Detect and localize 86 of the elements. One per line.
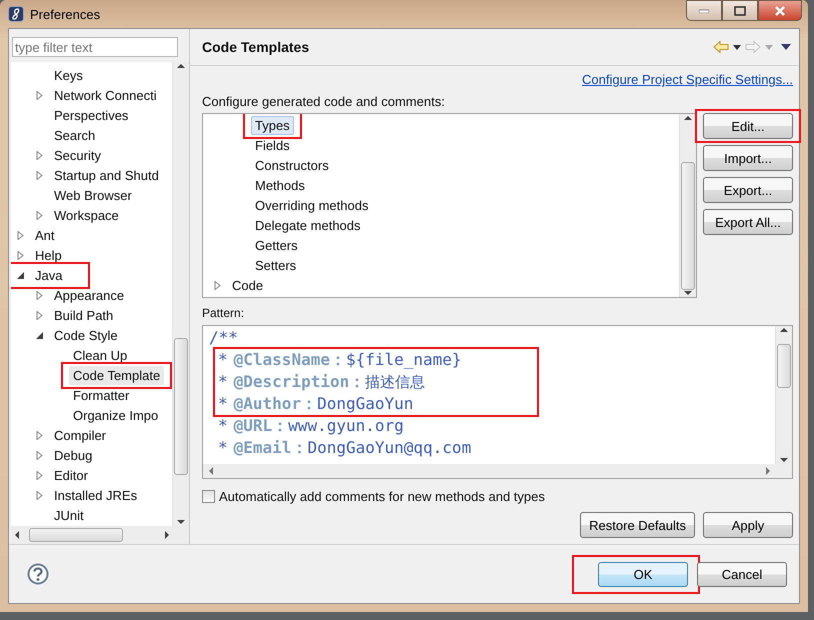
code-line: * @Author：DongGaoYun <box>217 393 414 416</box>
code-line: * @Description：描述信息 <box>217 371 426 394</box>
close-button[interactable] <box>758 0 802 21</box>
template-button[interactable]: Export All... <box>703 209 793 235</box>
minimize-icon <box>699 8 709 12</box>
section-label: Configure generated code and comments: <box>202 94 446 109</box>
tree-item[interactable]: Methods <box>251 176 309 194</box>
checkbox-label: Automatically add comments for new methods and types <box>219 489 545 504</box>
tree-item[interactable]: Help <box>31 246 66 264</box>
expand-arrow-icon[interactable] <box>35 170 44 180</box>
page-button[interactable]: Apply <box>703 512 793 538</box>
expand-arrow-icon[interactable] <box>16 250 25 260</box>
tree-item[interactable]: Formatter <box>69 386 134 404</box>
code-line: /** <box>209 327 239 350</box>
scrollbar[interactable] <box>203 464 792 478</box>
tree-item[interactable]: Installed JREs <box>50 486 142 504</box>
tree-item[interactable]: Perspectives <box>50 106 132 124</box>
tree-item[interactable]: Code <box>228 276 268 294</box>
template-button[interactable]: Export... <box>703 177 793 203</box>
page-title: Code Templates <box>202 39 310 55</box>
expand-arrow-icon[interactable] <box>16 230 25 240</box>
scrollbar[interactable] <box>679 114 696 298</box>
expand-arrow-icon[interactable] <box>35 210 44 220</box>
expand-arrow-icon[interactable] <box>35 310 44 320</box>
dialog-button[interactable]: OK <box>598 562 688 586</box>
tree-item[interactable]: Build Path <box>50 306 118 324</box>
tree-item[interactable]: Java <box>31 266 66 284</box>
code-line: * @ClassName：${file_name} <box>217 349 463 372</box>
maximize-icon <box>734 6 746 16</box>
dialog-button[interactable]: Cancel <box>697 562 787 586</box>
page-button[interactable]: Restore Defaults <box>580 512 695 538</box>
template-tree[interactable]: Types Fields Constructors Methods Overriding methods Delegate methods Getters Setters Code <box>202 113 697 298</box>
template-button[interactable]: Edit... <box>703 113 793 139</box>
expand-arrow-icon[interactable] <box>35 490 44 500</box>
close-icon <box>774 6 786 16</box>
scrollbar[interactable] <box>11 526 189 544</box>
scrollbar[interactable] <box>775 326 792 464</box>
tree-item[interactable]: Overriding methods <box>251 196 372 214</box>
app-icon <box>8 6 24 22</box>
tree-item[interactable]: Getters <box>251 236 302 254</box>
tree-item[interactable]: Clean Up <box>69 346 132 364</box>
collapse-arrow-icon[interactable] <box>16 270 25 280</box>
tree-item[interactable]: Compiler <box>50 426 110 444</box>
tree-item[interactable]: Search <box>50 126 100 144</box>
tree-item[interactable]: Debug <box>50 446 96 464</box>
code-line: * @Email：DongGaoYun@qq.com <box>217 437 472 460</box>
tree-item[interactable]: Editor <box>50 466 92 484</box>
template-button[interactable]: Import... <box>703 145 793 171</box>
expand-arrow-icon[interactable] <box>35 90 44 100</box>
scrollbar[interactable] <box>172 62 189 526</box>
tree-item[interactable]: Types <box>251 116 294 134</box>
pattern-editor[interactable]: /** * @ClassName：${file_name} * @Description：描述信息 * @Author：DongGaoYun * @URL：www.gyun.org * @Email：DongGaoYun@qq.com <box>202 325 793 479</box>
expand-arrow-icon[interactable] <box>213 280 222 290</box>
tree-item[interactable]: Ant <box>31 226 59 244</box>
tree-item[interactable]: Fields <box>251 136 294 154</box>
tree-item[interactable]: Startup and Shutd <box>50 166 163 184</box>
expand-arrow-icon[interactable] <box>35 430 44 440</box>
expand-arrow-icon[interactable] <box>35 150 44 160</box>
tree-item[interactable]: Security <box>50 146 105 164</box>
tree-item[interactable]: Network Connecti <box>50 86 161 104</box>
collapse-arrow-icon[interactable] <box>35 330 44 340</box>
maximize-button[interactable] <box>722 0 758 21</box>
dropdown-icon[interactable] <box>733 44 741 50</box>
help-icon[interactable] <box>27 563 49 585</box>
tree-item[interactable]: Web Browser <box>50 186 136 204</box>
tree-item[interactable]: Keys <box>50 66 87 84</box>
tree-item[interactable]: Delegate methods <box>251 216 365 234</box>
checkbox[interactable] <box>202 490 215 503</box>
expand-arrow-icon[interactable] <box>35 470 44 480</box>
tree-item[interactable]: Organize Impo <box>69 406 162 424</box>
code-line: * @URL：www.gyun.org <box>217 415 405 438</box>
tree-item[interactable]: JUnit <box>50 506 88 524</box>
tree-item[interactable]: Code Style <box>50 326 122 344</box>
expand-arrow-icon[interactable] <box>35 290 44 300</box>
window-title: Preferences <box>30 6 102 22</box>
pattern-label: Pattern: <box>202 306 246 320</box>
view-menu-icon[interactable] <box>781 44 791 50</box>
tree-item[interactable]: Workspace <box>50 206 123 224</box>
tree-item[interactable]: Code Template <box>69 366 164 384</box>
project-settings-link[interactable]: Configure Project Specific Settings... <box>582 72 793 87</box>
expand-arrow-icon[interactable] <box>35 450 44 460</box>
tree-item[interactable]: Constructors <box>251 156 333 174</box>
tree-item[interactable]: Appearance <box>50 286 128 304</box>
tree-item[interactable]: Setters <box>251 256 300 274</box>
filter-field[interactable]: type filter text <box>12 37 178 57</box>
minimize-button[interactable] <box>686 0 722 21</box>
